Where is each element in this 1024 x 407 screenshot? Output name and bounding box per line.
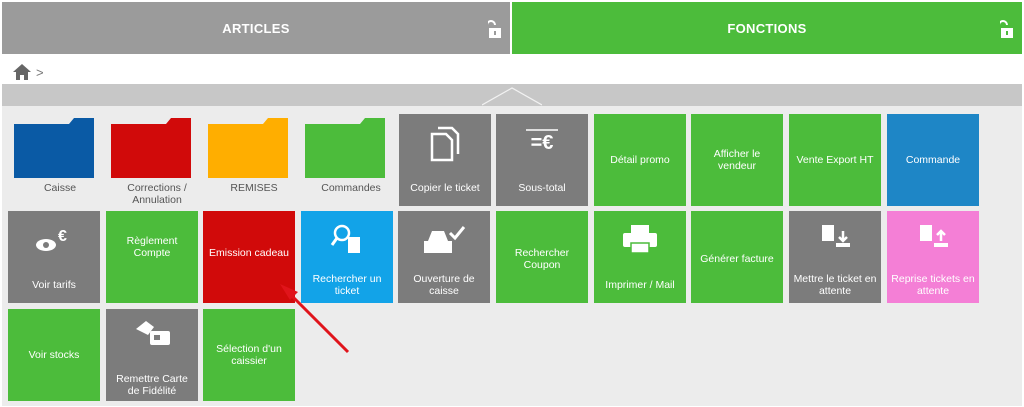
- ticket-resume-icon: [920, 225, 948, 247]
- emission-cadeau-label: Emission cadeau: [209, 247, 289, 259]
- voir-tarifs-label: Voir tarifs: [32, 279, 76, 291]
- tab-fonctions[interactable]: FONCTIONS: [512, 2, 1022, 54]
- reprise-attente-label: Reprise tickets en attente: [891, 273, 975, 297]
- folder-icon: [208, 118, 288, 178]
- detail-promo-button[interactable]: Détail promo: [594, 114, 686, 206]
- folder-caisse-label: Caisse: [43, 182, 77, 194]
- tab-articles[interactable]: ARTICLES: [2, 2, 510, 54]
- rechercher-coupon-label: Rechercher Coupon: [514, 247, 570, 271]
- loyalty-card-icon: [136, 321, 170, 345]
- home-icon[interactable]: [12, 63, 32, 81]
- rechercher-ticket-button[interactable]: Rechercher un ticket: [301, 211, 393, 303]
- afficher-vendeur-label: Afficher le vendeur: [713, 148, 761, 172]
- ouverture-caisse-label: Ouverture de caisse: [413, 273, 475, 297]
- ticket-hold-icon: [822, 225, 850, 247]
- reglement-compte-label: Règlement Compte: [126, 235, 178, 259]
- vente-export-label: Vente Export HT: [796, 154, 874, 166]
- subtotal-symbol: =€: [530, 132, 554, 154]
- mettre-attente-button[interactable]: Mettre le ticket en attente: [789, 211, 881, 303]
- folder-icon: [305, 118, 385, 178]
- folder-icon: [111, 118, 191, 178]
- selection-caissier-label: Sélection d'un caissier: [216, 343, 282, 367]
- sous-total-button[interactable]: =€ Sous-total: [496, 114, 588, 206]
- svg-text:€: €: [58, 228, 67, 245]
- reglement-compte-button[interactable]: Règlement Compte: [106, 211, 198, 303]
- selection-caissier-button[interactable]: Sélection d'un caissier: [203, 309, 295, 401]
- imprimer-mail-label: Imprimer / Mail: [605, 279, 675, 291]
- commande-button[interactable]: Commande: [887, 114, 979, 206]
- mettre-attente-label: Mettre le ticket en attente: [793, 273, 877, 297]
- folder-icon: [14, 118, 94, 178]
- commande-label: Commande: [905, 154, 961, 166]
- copy-ticket-button[interactable]: Copier le ticket: [399, 114, 491, 206]
- rechercher-coupon-button[interactable]: Rechercher Coupon: [496, 211, 588, 303]
- voir-stocks-label: Voir stocks: [28, 349, 80, 361]
- voir-tarifs-button[interactable]: € Voir tarifs: [8, 211, 100, 303]
- rechercher-ticket-label: Rechercher un ticket: [312, 273, 382, 297]
- vente-export-button[interactable]: Vente Export HT: [789, 114, 881, 206]
- breadcrumb: >: [12, 62, 44, 82]
- chevron-up-icon[interactable]: [482, 84, 542, 106]
- generer-facture-button[interactable]: Générer facture: [691, 211, 783, 303]
- cash-drawer-icon: [424, 226, 466, 253]
- folder-remises[interactable]: REMISES: [208, 114, 300, 206]
- folder-caisse[interactable]: Caisse: [14, 114, 106, 206]
- breadcrumb-separator: >: [36, 64, 44, 80]
- remettre-carte-label: Remettre Carte de Fidélité: [116, 373, 188, 397]
- printer-icon: [623, 225, 657, 254]
- sous-total-label: Sous-total: [518, 182, 566, 194]
- copy-ticket-label: Copier le ticket: [410, 182, 480, 194]
- afficher-vendeur-button[interactable]: Afficher le vendeur: [691, 114, 783, 206]
- folder-commandes[interactable]: Commandes: [305, 114, 397, 206]
- folder-commandes-label: Commandes: [321, 182, 381, 194]
- remettre-carte-button[interactable]: Remettre Carte de Fidélité: [106, 309, 198, 401]
- collapse-band[interactable]: [2, 84, 1022, 106]
- function-tiles-panel: Caisse Corrections / Annulation REMISES …: [2, 106, 1022, 406]
- voir-stocks-button[interactable]: Voir stocks: [8, 309, 100, 401]
- folder-corrections[interactable]: Corrections / Annulation: [111, 114, 203, 206]
- search-ticket-icon: [330, 224, 360, 253]
- imprimer-mail-button[interactable]: Imprimer / Mail: [594, 211, 686, 303]
- folder-corrections-label: Corrections / Annulation: [127, 182, 187, 206]
- top-tabs: ARTICLES FONCTIONS: [2, 2, 1022, 54]
- emission-cadeau-button[interactable]: Emission cadeau: [203, 211, 295, 303]
- copy-icon: [430, 126, 460, 162]
- ouverture-caisse-button[interactable]: Ouverture de caisse: [398, 211, 490, 303]
- folder-remises-label: REMISES: [230, 182, 278, 194]
- unlock-icon[interactable]: [488, 20, 502, 38]
- tab-fonctions-label: FONCTIONS: [727, 20, 807, 36]
- eye-euro-icon: €: [36, 228, 67, 251]
- unlock-icon[interactable]: [1000, 20, 1014, 38]
- generer-facture-label: Générer facture: [700, 253, 774, 265]
- reprise-attente-button[interactable]: Reprise tickets en attente: [887, 211, 979, 303]
- detail-promo-label: Détail promo: [610, 154, 670, 166]
- tab-articles-label: ARTICLES: [222, 20, 290, 36]
